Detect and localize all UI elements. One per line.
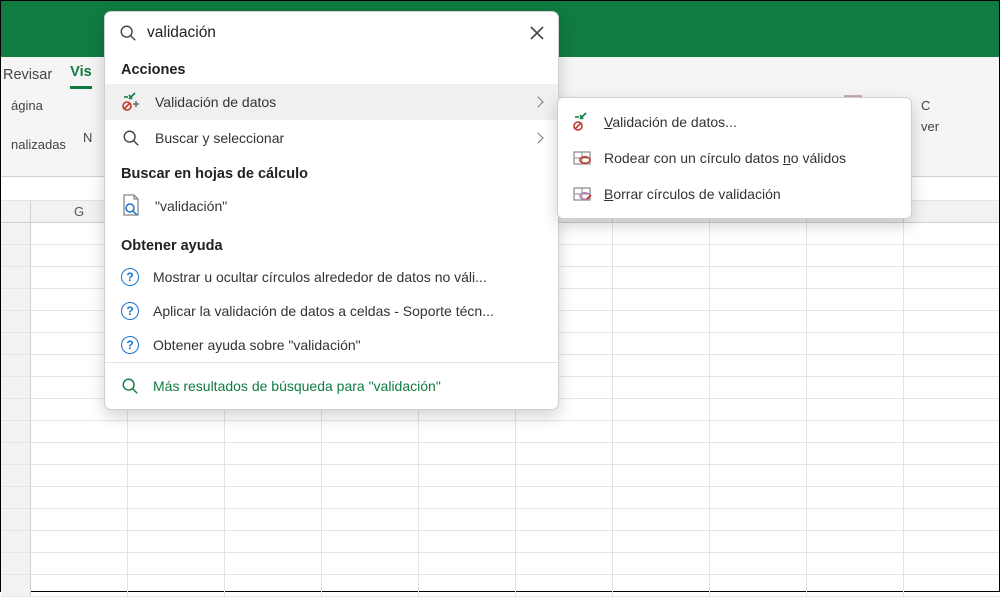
validacion-submenu: Validación de datos... Rodear con un cír…: [557, 97, 912, 219]
help-item-3[interactable]: ? Obtener ayuda sobre "validación": [105, 328, 558, 362]
more-results-label: Más resultados de búsqueda para "validac…: [153, 378, 441, 394]
ribbon-item-nalizadas[interactable]: nalizadas: [11, 134, 71, 155]
action-buscar-seleccionar[interactable]: Buscar y seleccionar: [105, 120, 558, 156]
tellme-search-panel: Acciones Validación de datos Buscar y se…: [104, 11, 559, 410]
document-search-icon: [121, 196, 141, 216]
submenu-borrar-circulos[interactable]: Borrar círculos de validación: [558, 176, 911, 212]
section-acciones: Acciones: [105, 52, 558, 84]
search-icon: [119, 24, 137, 42]
chevron-right-icon: [532, 132, 543, 143]
help-icon: ?: [121, 268, 139, 286]
help-label: Mostrar u ocultar círculos alrededor de …: [153, 269, 548, 285]
ribbon-right-letters: C ver: [919, 89, 999, 176]
select-all-corner[interactable]: [1, 201, 31, 222]
help-label: Obtener ayuda sobre "validación": [153, 337, 548, 353]
tab-vista[interactable]: Vis: [70, 58, 92, 89]
chevron-right-icon: [532, 96, 543, 107]
submenu-label: Borrar círculos de validación: [604, 186, 781, 202]
close-icon[interactable]: [530, 26, 544, 40]
help-item-1[interactable]: ? Mostrar u ocultar círculos alrededor d…: [105, 260, 558, 294]
submenu-rodear-circulo[interactable]: Rodear con un círculo datos no válidos: [558, 140, 911, 176]
ribbon-item-c: C: [921, 95, 989, 116]
submenu-validacion-datos[interactable]: Validación de datos...: [558, 104, 911, 140]
data-validation-icon: [572, 112, 592, 132]
clear-circles-icon: [572, 184, 592, 204]
tab-revisar[interactable]: Revisar: [3, 61, 52, 89]
help-icon: ?: [121, 302, 139, 320]
action-label: Buscar y seleccionar: [155, 130, 514, 146]
search-icon: [121, 377, 139, 395]
section-obtener-ayuda: Obtener ayuda: [105, 228, 558, 260]
action-label: Validación de datos: [155, 94, 514, 110]
section-buscar-hojas: Buscar en hojas de cálculo: [105, 156, 558, 188]
search-input[interactable]: [147, 24, 520, 42]
search-icon: [121, 128, 141, 148]
submenu-label: Rodear con un círculo datos no válidos: [604, 150, 846, 166]
search-box-row: [105, 12, 558, 52]
more-results-link[interactable]: Más resultados de búsqueda para "validac…: [105, 362, 558, 409]
sheet-search-result[interactable]: "validación": [105, 188, 558, 228]
help-item-2[interactable]: ? Aplicar la validación de datos a celda…: [105, 294, 558, 328]
sheet-search-label: "validación": [155, 198, 227, 214]
help-label: Aplicar la validación de datos a celdas …: [153, 303, 548, 319]
help-icon: ?: [121, 336, 139, 354]
ribbon-group-left: ágina nalizadas: [1, 89, 81, 176]
ribbon-item-pagina[interactable]: ágina: [11, 95, 71, 116]
submenu-label: Validación de datos...: [604, 114, 737, 130]
data-validation-icon: [121, 92, 141, 112]
circle-invalid-icon: [572, 148, 592, 168]
ribbon-item-ver: ver: [921, 116, 989, 137]
action-validacion-datos[interactable]: Validación de datos: [105, 84, 558, 120]
